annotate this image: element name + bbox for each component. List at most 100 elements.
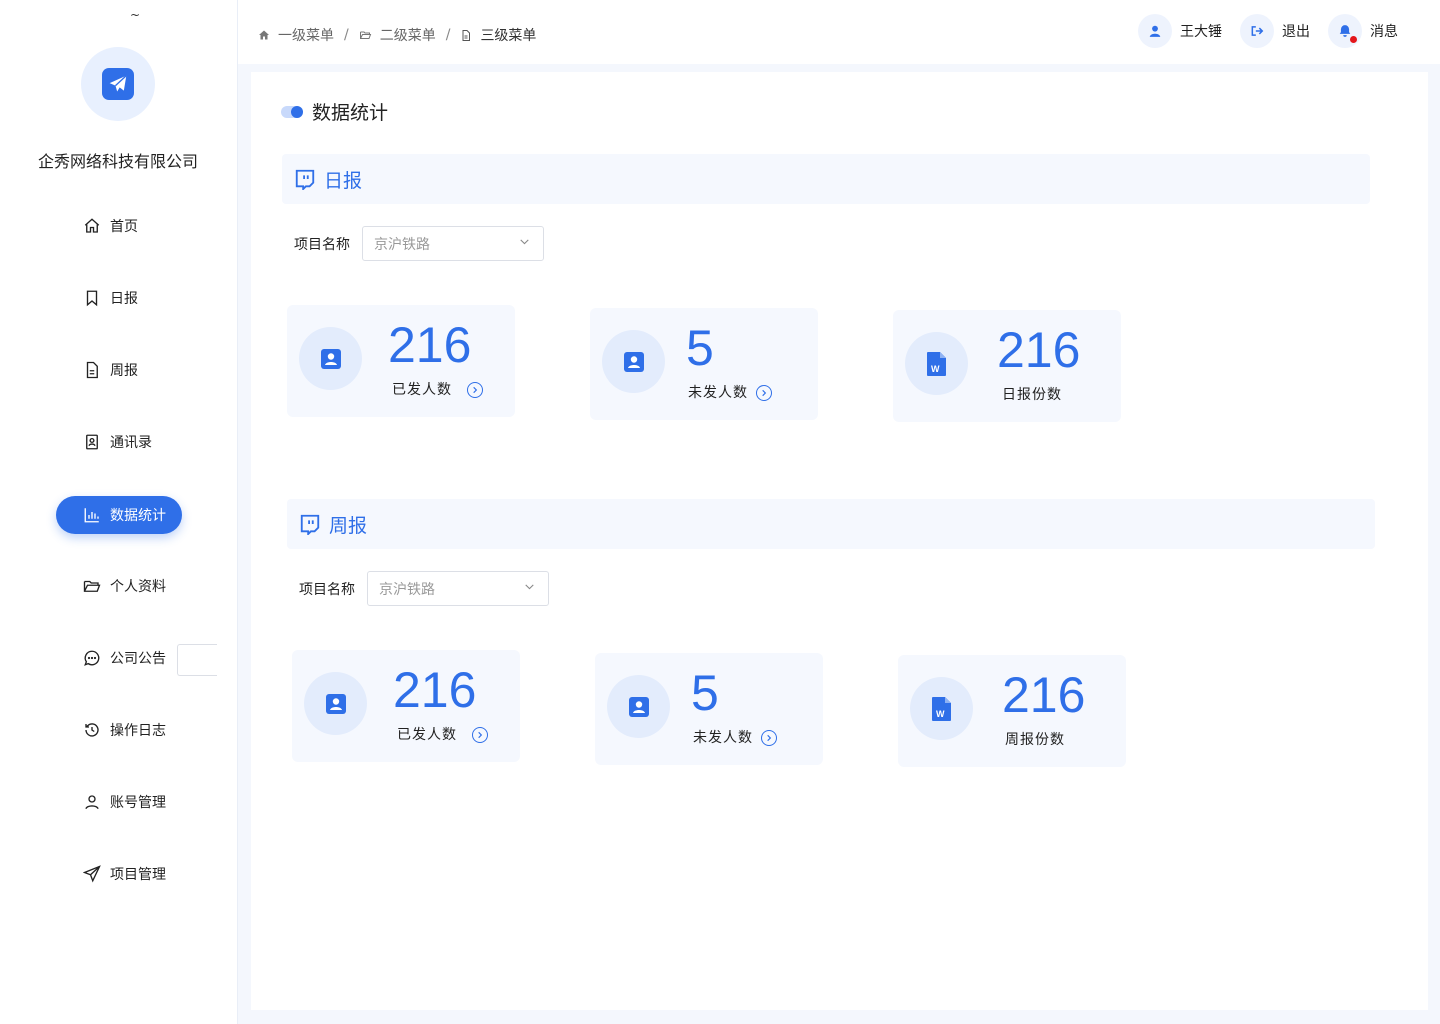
bell-icon (1328, 14, 1362, 48)
folder-open-icon (82, 576, 102, 596)
weekly-filter: 项目名称 京沪铁路 (299, 571, 549, 606)
section-weekly-header: 周报 (287, 499, 1375, 549)
daily-card-sent: 216 已发人数 (287, 305, 515, 417)
sidebar-item-label: 项目管理 (110, 867, 166, 883)
sidebar-item-logs[interactable]: 操作日志 (56, 711, 182, 749)
folder-open-icon (359, 29, 372, 41)
breadcrumb-label: 二级菜单 (379, 28, 436, 44)
sidebar-item-accounts[interactable]: 账号管理 (56, 783, 182, 821)
breadcrumb-label: 一级菜单 (278, 28, 334, 44)
user-name: 王大锤 (1180, 24, 1222, 40)
sidebar-item-label: 周报 (110, 363, 138, 379)
filter-label: 项目名称 (299, 581, 355, 598)
stat-label: 已发人数 (392, 382, 452, 398)
weekly-card-sent: 216 已发人数 (292, 650, 520, 762)
stat-value: 216 (997, 322, 1081, 378)
sidebar-item-label: 操作日志 (110, 723, 166, 739)
stat-label: 已发人数 (397, 727, 457, 743)
stat-value: 5 (691, 665, 719, 721)
daily-card-unsent: 5 未发人数 (590, 308, 818, 420)
sidebar-item-daily[interactable]: 日报 (56, 279, 182, 317)
daily-project-select[interactable]: 京沪铁路 (362, 226, 544, 261)
filter-label: 项目名称 (294, 236, 350, 253)
sidebar: ~ 企秀网络科技有限公司 首页 日报 周报 通讯录 数据统计 个人资料 公司公告… (0, 0, 238, 1024)
weekly-project-select[interactable]: 京沪铁路 (367, 571, 549, 606)
chevron-right-icon[interactable] (756, 385, 772, 401)
stat-label: 未发人数 (693, 730, 753, 746)
logo (81, 47, 155, 121)
contact-card-icon (299, 327, 362, 390)
messages-label: 消息 (1370, 24, 1398, 40)
bar-chart-icon (82, 505, 102, 525)
select-value: 京沪铁路 (379, 581, 435, 598)
breadcrumb-separator: / (344, 27, 349, 43)
title-toggle-icon (281, 105, 303, 118)
sidebar-item-label: 首页 (110, 219, 138, 235)
breadcrumb-level2[interactable]: 二级菜单 (359, 25, 436, 45)
stat-value: 216 (1002, 667, 1086, 723)
sidebar-item-home[interactable]: 首页 (56, 207, 182, 245)
file-text-icon (82, 360, 102, 380)
daily-card-count: W 216 日报份数 (893, 310, 1121, 422)
breadcrumb-separator: / (445, 27, 451, 43)
user-icon (82, 792, 102, 812)
word-doc-icon: W (905, 332, 968, 395)
notice-input-box[interactable] (177, 644, 217, 676)
main-panel: 数据统计 日报 项目名称 京沪铁路 216 已发人数 5 未发人数 W 216 … (251, 72, 1428, 1010)
sidebar-item-label: 个人资料 (110, 579, 166, 595)
sidebar-item-label: 日报 (110, 291, 138, 307)
twitch-chat-icon (299, 513, 321, 535)
sidebar-item-label: 账号管理 (110, 795, 166, 811)
stat-label: 未发人数 (688, 385, 748, 401)
sidebar-item-label: 公司公告 (110, 651, 166, 667)
sidebar-item-weekly[interactable]: 周报 (56, 351, 182, 389)
twitch-chat-icon (294, 168, 316, 190)
stat-value: 216 (388, 317, 472, 373)
home-icon (82, 216, 102, 236)
sidebar-item-profile[interactable]: 个人资料 (56, 567, 182, 605)
messages-button[interactable]: 消息 (1328, 14, 1398, 48)
stat-label: 周报份数 (1005, 732, 1065, 748)
stat-value: 216 (393, 662, 477, 718)
sidebar-item-projects[interactable]: 项目管理 (56, 855, 182, 893)
stat-value: 5 (686, 320, 714, 376)
paper-plane-icon (102, 68, 134, 100)
section-title: 周报 (329, 514, 368, 537)
breadcrumb-label: 三级菜单 (480, 28, 537, 44)
topbar: 一级菜单 / 二级菜单 / 三级菜单 王大锤 退出 消息 (238, 0, 1440, 64)
logout-label: 退出 (1282, 24, 1310, 40)
svg-text:W: W (936, 709, 945, 719)
home-icon (258, 29, 270, 41)
page-title-text: 数据统计 (312, 102, 389, 124)
section-daily-header: 日报 (282, 154, 1370, 204)
avatar (1138, 14, 1172, 48)
breadcrumb-level1[interactable]: 一级菜单 (258, 25, 334, 45)
sidebar-item-statistics[interactable]: 数据统计 (56, 496, 182, 534)
sidebar-item-notice[interactable]: 公司公告 (56, 639, 182, 677)
chevron-right-icon[interactable] (472, 727, 488, 743)
breadcrumb-level3: 三级菜单 (460, 25, 536, 45)
contact-card-icon (304, 672, 367, 735)
daily-filter: 项目名称 京沪铁路 (294, 226, 544, 261)
svg-text:W: W (931, 364, 940, 374)
user-menu[interactable]: 王大锤 (1138, 14, 1222, 48)
notification-dot (1350, 36, 1357, 43)
sidebar-item-label: 通讯录 (110, 435, 152, 451)
contacts-icon (82, 432, 102, 452)
stat-label: 日报份数 (1002, 387, 1062, 403)
user-area: 王大锤 退出 消息 (1120, 14, 1398, 48)
chevron-right-icon[interactable] (467, 382, 483, 398)
sidebar-tilde: ~ (130, 8, 141, 22)
send-icon (82, 864, 102, 884)
logout-button[interactable]: 退出 (1240, 14, 1310, 48)
breadcrumb: 一级菜单 / 二级菜单 / 三级菜单 (258, 25, 536, 45)
sidebar-item-label: 数据统计 (110, 508, 166, 524)
weekly-card-count: W 216 周报份数 (898, 655, 1126, 767)
sidebar-item-contacts[interactable]: 通讯录 (56, 423, 182, 461)
bookmark-icon (82, 288, 102, 308)
contact-card-icon (602, 330, 665, 393)
history-icon (82, 720, 102, 740)
chevron-right-icon[interactable] (761, 730, 777, 746)
company-name: 企秀网络科技有限公司 (37, 152, 198, 171)
chevron-down-icon (523, 580, 536, 597)
